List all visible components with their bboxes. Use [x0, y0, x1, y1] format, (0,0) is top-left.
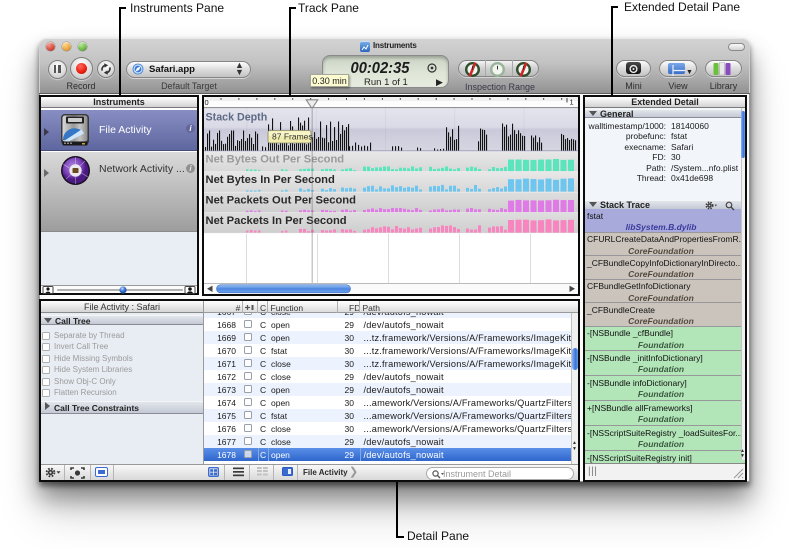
svg-text:Net Bytes In Per Second: Net Bytes In Per Second: [206, 174, 335, 186]
svg-text:87 Frames: 87 Frames: [272, 132, 313, 142]
svg-text:Net Bytes Out Per Second: Net Bytes Out Per Second: [206, 154, 345, 166]
svg-text:Net Packets In Per Second: Net Packets In Per Second: [206, 215, 347, 227]
svg-text:1: 1: [570, 98, 574, 107]
svg-text:0: 0: [205, 98, 209, 107]
svg-text:Stack Depth: Stack Depth: [206, 112, 268, 124]
svg-text:Net Packets Out Per Second: Net Packets Out Per Second: [206, 195, 357, 207]
